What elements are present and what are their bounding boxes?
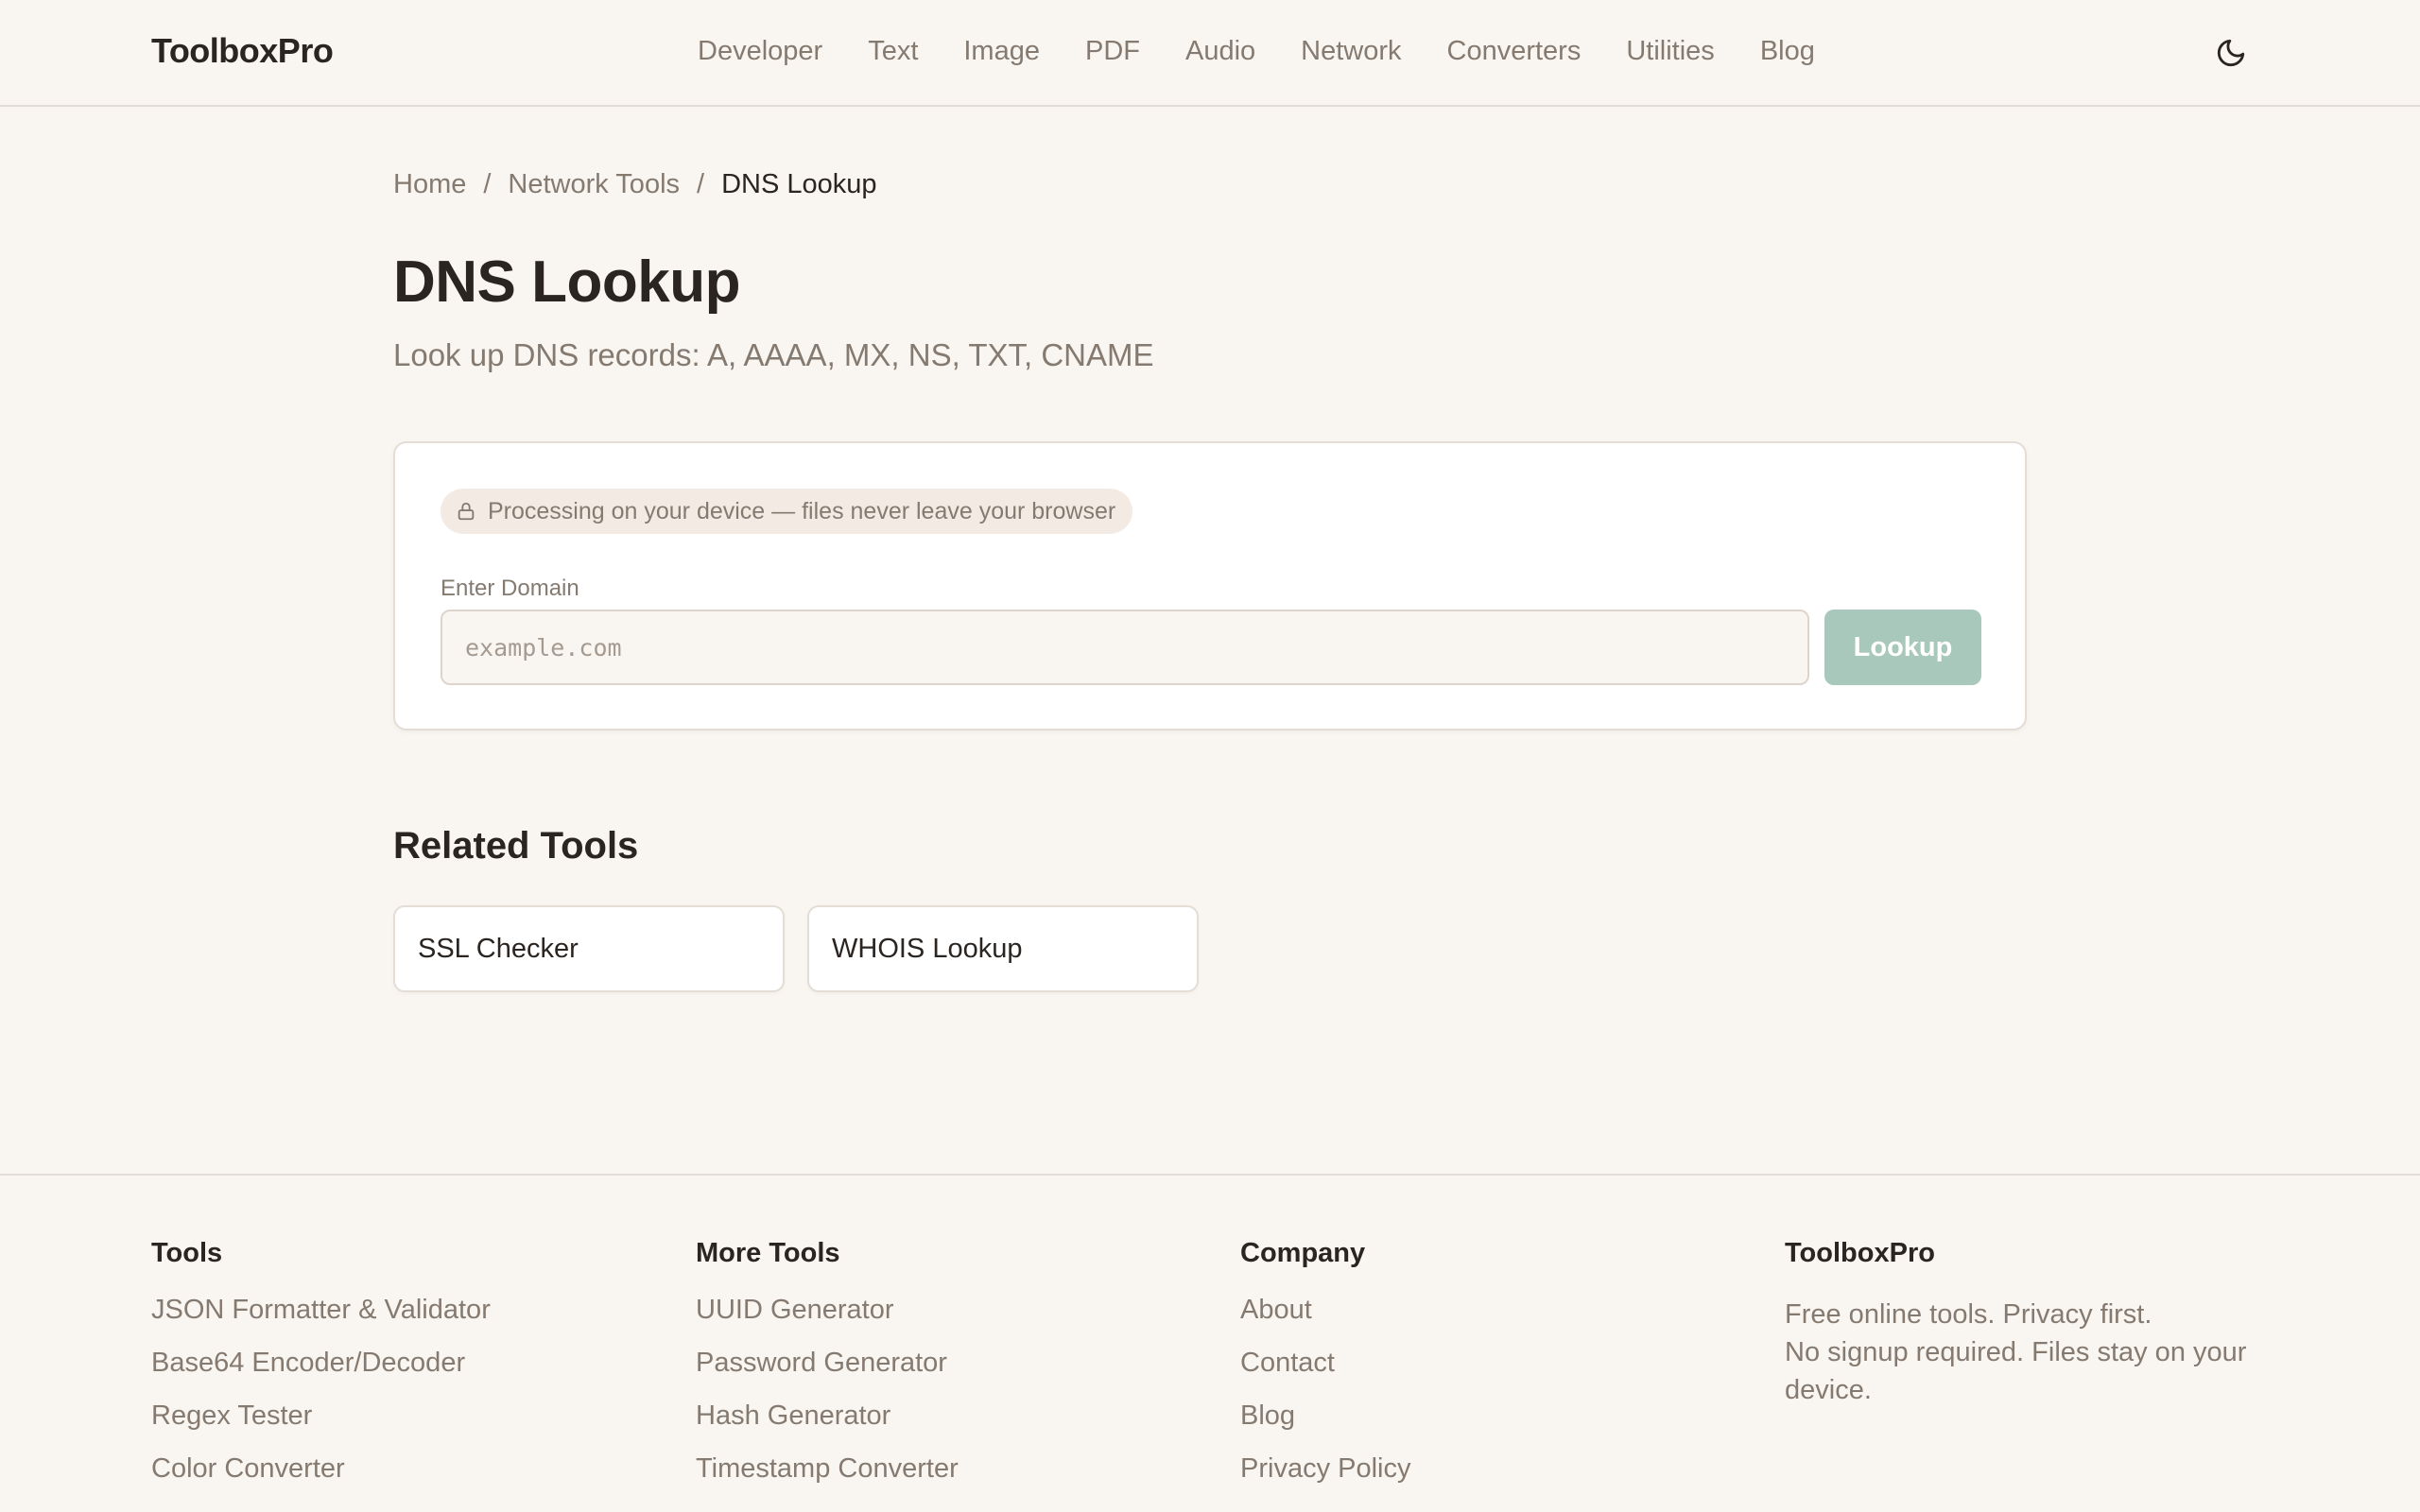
footer-link-regex-tester[interactable]: Regex Tester: [151, 1401, 491, 1454]
nav-item-audio[interactable]: Audio: [1185, 36, 1255, 67]
footer-link-hash-generator[interactable]: Hash Generator: [696, 1401, 959, 1454]
moon-icon: [2217, 39, 2245, 67]
dns-lookup-card: Processing on your device — files never …: [393, 441, 2027, 730]
site-footer: Tools JSON Formatter & Validator Base64 …: [0, 1174, 2420, 1512]
lookup-button[interactable]: Lookup: [1824, 610, 1981, 685]
footer-link-password-generator[interactable]: Password Generator: [696, 1349, 959, 1401]
related-tools-list: SSL Checker WHOIS Lookup: [393, 905, 1199, 992]
footer-link-blog[interactable]: Blog: [1240, 1401, 1411, 1454]
footer-column-more-tools: More Tools UUID Generator Password Gener…: [696, 1238, 959, 1507]
footer-heading: More Tools: [696, 1238, 840, 1268]
footer-column-tools: Tools JSON Formatter & Validator Base64 …: [151, 1238, 491, 1507]
theme-toggle-button[interactable]: [2212, 34, 2250, 72]
footer-link-privacy-policy[interactable]: Privacy Policy: [1240, 1454, 1411, 1507]
site-header: ToolboxPro Developer Text Image PDF Audi…: [0, 0, 2420, 107]
footer-link-contact[interactable]: Contact: [1240, 1349, 1411, 1401]
lock-icon: [458, 502, 475, 521]
footer-link-uuid-generator[interactable]: UUID Generator: [696, 1296, 959, 1349]
privacy-badge: Processing on your device — files never …: [441, 489, 1133, 534]
breadcrumb-current: DNS Lookup: [721, 169, 877, 199]
footer-about-line2: No signup required. Files stay on your d…: [1785, 1337, 2247, 1405]
footer-heading: Tools: [151, 1238, 223, 1268]
footer-link-color-converter[interactable]: Color Converter: [151, 1454, 491, 1507]
nav-item-text[interactable]: Text: [868, 36, 918, 67]
privacy-badge-text: Processing on your device — files never …: [488, 497, 1116, 524]
nav-item-pdf[interactable]: PDF: [1085, 36, 1140, 67]
footer-heading: Company: [1240, 1238, 1366, 1268]
nav-item-converters[interactable]: Converters: [1447, 36, 1582, 67]
footer-link-timestamp-converter[interactable]: Timestamp Converter: [696, 1454, 959, 1507]
site-logo[interactable]: ToolboxPro: [151, 31, 334, 71]
breadcrumb-home[interactable]: Home: [393, 169, 466, 200]
footer-column-company: Company About Contact Blog Privacy Polic…: [1240, 1238, 1411, 1507]
main-nav: Developer Text Image PDF Audio Network C…: [698, 36, 1860, 67]
nav-item-image[interactable]: Image: [963, 36, 1040, 67]
breadcrumb-separator: /: [483, 169, 492, 199]
breadcrumb: Home / Network Tools / DNS Lookup: [393, 169, 877, 200]
footer-link-json-formatter[interactable]: JSON Formatter & Validator: [151, 1296, 491, 1349]
footer-column-about: ToolboxPro Free online tools. Privacy fi…: [1785, 1238, 2276, 1409]
nav-item-utilities[interactable]: Utilities: [1626, 36, 1714, 67]
domain-input[interactable]: [441, 610, 1809, 685]
related-tool-ssl-checker[interactable]: SSL Checker: [393, 905, 785, 992]
breadcrumb-network-tools[interactable]: Network Tools: [508, 169, 680, 200]
nav-item-blog[interactable]: Blog: [1760, 36, 1815, 67]
domain-field-label: Enter Domain: [441, 576, 579, 601]
related-tools-title: Related Tools: [393, 825, 639, 867]
related-tool-whois-lookup[interactable]: WHOIS Lookup: [807, 905, 1199, 992]
footer-heading: ToolboxPro: [1785, 1238, 1935, 1268]
footer-about-line1: Free online tools. Privacy first.: [1785, 1299, 2152, 1330]
footer-link-base64[interactable]: Base64 Encoder/Decoder: [151, 1349, 491, 1401]
page-title: DNS Lookup: [393, 249, 740, 315]
nav-item-developer[interactable]: Developer: [698, 36, 822, 67]
footer-link-about[interactable]: About: [1240, 1296, 1411, 1349]
breadcrumb-separator: /: [697, 169, 705, 199]
page-subtitle: Look up DNS records: A, AAAA, MX, NS, TX…: [393, 337, 1154, 372]
nav-item-network[interactable]: Network: [1301, 36, 1401, 67]
